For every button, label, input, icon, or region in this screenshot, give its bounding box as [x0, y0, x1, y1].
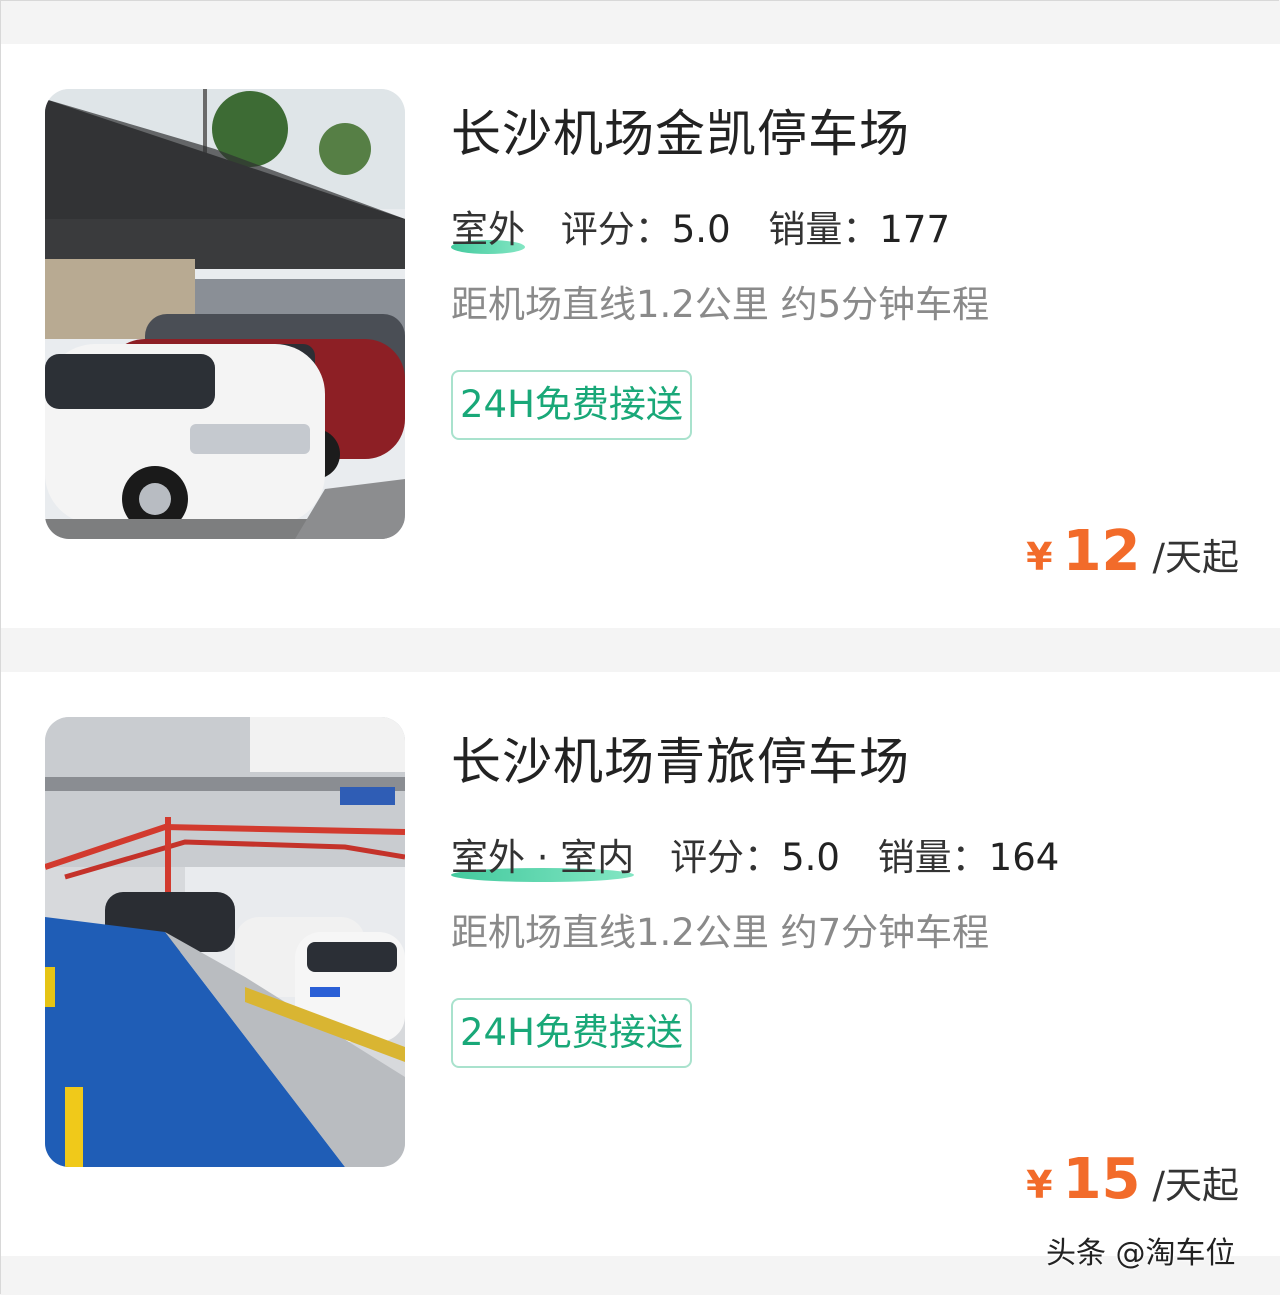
price: ¥12/天起: [1026, 512, 1239, 605]
shuttle-service-tag: 24H免费接送: [451, 998, 692, 1068]
parking-listing-card[interactable]: 长沙机场青旅停车场 室外 · 室内 评分：5.0 销量：164 距机场直线1.2…: [1, 672, 1280, 1256]
currency-symbol: ¥: [1026, 535, 1053, 579]
price-value: 15: [1062, 1147, 1141, 1212]
parking-lot-photo: [45, 717, 405, 1167]
price-unit: /天起: [1152, 536, 1239, 579]
parking-listing-card[interactable]: 长沙机场金凯停车场 室外 评分：5.0 销量：177 距机场直线1.2公里 约5…: [1, 44, 1280, 628]
listing-title: 长沙机场青旅停车场: [451, 733, 910, 791]
distance-info: 距机场直线1.2公里 约7分钟车程: [451, 911, 990, 954]
price-value: 12: [1062, 519, 1141, 584]
sales-value: 177: [879, 208, 950, 251]
rating-value: 5.0: [781, 836, 840, 879]
watermark: 头条 @淘车位: [1046, 1236, 1236, 1271]
sales-value: 164: [988, 836, 1060, 879]
location-type-label: 室外 · 室内: [451, 836, 635, 879]
location-type: 室外 · 室内: [451, 832, 635, 884]
price: ¥15/天起: [1026, 1140, 1239, 1233]
distance-info: 距机场直线1.2公里 约5分钟车程: [451, 283, 990, 326]
currency-symbol: ¥: [1026, 1163, 1053, 1207]
listing-title: 长沙机场金凯停车场: [451, 105, 910, 163]
rating-label: 评分：: [670, 836, 782, 879]
rating-value: 5.0: [671, 208, 731, 251]
listing-meta: 室外 · 室内 评分：5.0 销量：164: [451, 832, 1085, 884]
location-type-label: 室外: [451, 208, 525, 251]
listing-meta: 室外 评分：5.0 销量：177: [451, 204, 976, 256]
rating-label: 评分：: [560, 208, 672, 251]
sales-label: 销量：: [768, 208, 880, 251]
price-unit: /天起: [1152, 1164, 1239, 1207]
location-type: 室外: [451, 204, 525, 256]
shuttle-service-tag: 24H免费接送: [451, 370, 692, 440]
parking-lot-photo: [45, 89, 405, 539]
sales-label: 销量：: [877, 836, 989, 879]
